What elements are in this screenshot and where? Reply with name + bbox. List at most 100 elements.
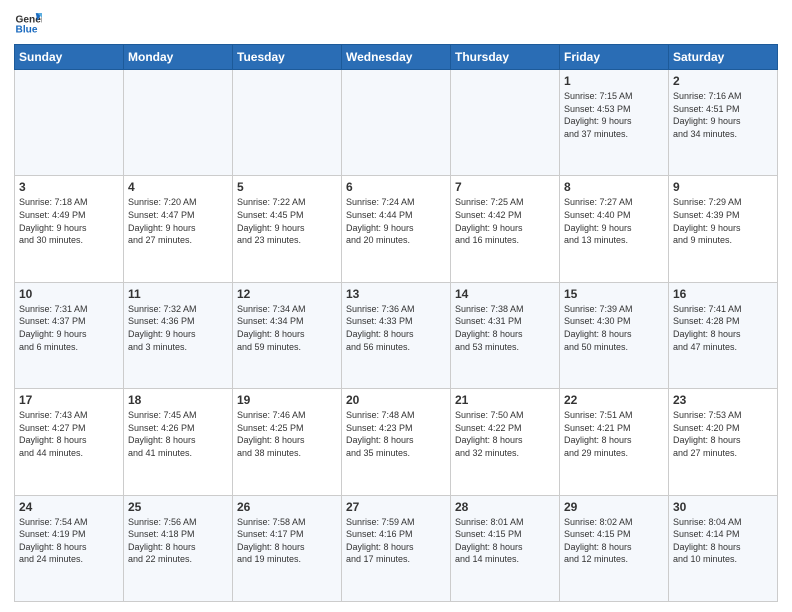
day-info: Sunrise: 7:32 AM Sunset: 4:36 PM Dayligh… — [128, 303, 228, 353]
day-cell: 8 Sunrise: 7:27 AM Sunset: 4:40 PM Daylig… — [560, 176, 669, 282]
day-info: Sunrise: 7:43 AM Sunset: 4:27 PM Dayligh… — [19, 409, 119, 459]
day-info: Sunrise: 7:46 AM Sunset: 4:25 PM Dayligh… — [237, 409, 337, 459]
day-info: Sunrise: 7:45 AM Sunset: 4:26 PM Dayligh… — [128, 409, 228, 459]
svg-text:Blue: Blue — [16, 25, 38, 36]
day-info: Sunrise: 7:20 AM Sunset: 4:47 PM Dayligh… — [128, 196, 228, 246]
day-cell — [451, 70, 560, 176]
day-cell: 4 Sunrise: 7:20 AM Sunset: 4:47 PM Daylig… — [124, 176, 233, 282]
day-cell: 1 Sunrise: 7:15 AM Sunset: 4:53 PM Daylig… — [560, 70, 669, 176]
day-number: 18 — [128, 393, 228, 407]
day-info: Sunrise: 7:27 AM Sunset: 4:40 PM Dayligh… — [564, 196, 664, 246]
day-cell: 15 Sunrise: 7:39 AM Sunset: 4:30 PM Dayli… — [560, 282, 669, 388]
day-number: 30 — [673, 500, 773, 514]
day-info: Sunrise: 7:34 AM Sunset: 4:34 PM Dayligh… — [237, 303, 337, 353]
day-number: 22 — [564, 393, 664, 407]
page-header: General Blue — [14, 10, 778, 38]
day-cell: 25 Sunrise: 7:56 AM Sunset: 4:18 PM Dayli… — [124, 495, 233, 601]
day-cell: 23Sunrise: 7:53 AM Sunset: 4:20 PM Dayli… — [669, 389, 778, 495]
day-cell: 6 Sunrise: 7:24 AM Sunset: 4:44 PM Daylig… — [342, 176, 451, 282]
day-info: Sunrise: 7:54 AM Sunset: 4:19 PM Dayligh… — [19, 516, 119, 566]
weekday-wednesday: Wednesday — [342, 45, 451, 70]
day-number: 12 — [237, 287, 337, 301]
day-cell — [15, 70, 124, 176]
day-cell: 10Sunrise: 7:31 AM Sunset: 4:37 PM Dayli… — [15, 282, 124, 388]
day-number: 1 — [564, 74, 664, 88]
day-cell: 20 Sunrise: 7:48 AM Sunset: 4:23 PM Dayli… — [342, 389, 451, 495]
day-info: Sunrise: 8:02 AM Sunset: 4:15 PM Dayligh… — [564, 516, 664, 566]
week-row-3: 17 Sunrise: 7:43 AM Sunset: 4:27 PM Dayli… — [15, 389, 778, 495]
day-number: 4 — [128, 180, 228, 194]
day-info: Sunrise: 7:50 AM Sunset: 4:22 PM Dayligh… — [455, 409, 555, 459]
day-cell: 21 Sunrise: 7:50 AM Sunset: 4:22 PM Dayli… — [451, 389, 560, 495]
day-info: Sunrise: 7:38 AM Sunset: 4:31 PM Dayligh… — [455, 303, 555, 353]
day-number: 14 — [455, 287, 555, 301]
day-cell: 5 Sunrise: 7:22 AM Sunset: 4:45 PM Daylig… — [233, 176, 342, 282]
weekday-friday: Friday — [560, 45, 669, 70]
day-number: 9 — [673, 180, 773, 194]
day-cell: 9 Sunrise: 7:29 AM Sunset: 4:39 PM Daylig… — [669, 176, 778, 282]
day-number: 20 — [346, 393, 446, 407]
day-info: Sunrise: 7:15 AM Sunset: 4:53 PM Dayligh… — [564, 90, 664, 140]
day-cell: 2 Sunrise: 7:16 AM Sunset: 4:51 PM Daylig… — [669, 70, 778, 176]
day-cell: 7 Sunrise: 7:25 AM Sunset: 4:42 PM Daylig… — [451, 176, 560, 282]
day-cell: 12 Sunrise: 7:34 AM Sunset: 4:34 PM Dayli… — [233, 282, 342, 388]
week-row-1: 3 Sunrise: 7:18 AM Sunset: 4:49 PM Daylig… — [15, 176, 778, 282]
day-number: 7 — [455, 180, 555, 194]
day-number: 2 — [673, 74, 773, 88]
day-info: Sunrise: 7:39 AM Sunset: 4:30 PM Dayligh… — [564, 303, 664, 353]
week-row-0: 1 Sunrise: 7:15 AM Sunset: 4:53 PM Daylig… — [15, 70, 778, 176]
day-info: Sunrise: 7:58 AM Sunset: 4:17 PM Dayligh… — [237, 516, 337, 566]
day-cell: 30Sunrise: 8:04 AM Sunset: 4:14 PM Dayli… — [669, 495, 778, 601]
calendar-table: SundayMondayTuesdayWednesdayThursdayFrid… — [14, 44, 778, 602]
day-cell — [124, 70, 233, 176]
day-number: 6 — [346, 180, 446, 194]
day-info: Sunrise: 7:18 AM Sunset: 4:49 PM Dayligh… — [19, 196, 119, 246]
day-info: Sunrise: 7:25 AM Sunset: 4:42 PM Dayligh… — [455, 196, 555, 246]
day-number: 16 — [673, 287, 773, 301]
day-number: 10 — [19, 287, 119, 301]
day-number: 21 — [455, 393, 555, 407]
week-row-2: 10Sunrise: 7:31 AM Sunset: 4:37 PM Dayli… — [15, 282, 778, 388]
day-cell: 22 Sunrise: 7:51 AM Sunset: 4:21 PM Dayli… — [560, 389, 669, 495]
day-cell: 14 Sunrise: 7:38 AM Sunset: 4:31 PM Dayli… — [451, 282, 560, 388]
day-info: Sunrise: 7:22 AM Sunset: 4:45 PM Dayligh… — [237, 196, 337, 246]
day-cell: 18 Sunrise: 7:45 AM Sunset: 4:26 PM Dayli… — [124, 389, 233, 495]
day-number: 8 — [564, 180, 664, 194]
day-number: 13 — [346, 287, 446, 301]
day-cell: 11 Sunrise: 7:32 AM Sunset: 4:36 PM Dayli… — [124, 282, 233, 388]
day-number: 25 — [128, 500, 228, 514]
weekday-tuesday: Tuesday — [233, 45, 342, 70]
day-info: Sunrise: 8:01 AM Sunset: 4:15 PM Dayligh… — [455, 516, 555, 566]
day-cell: 24 Sunrise: 7:54 AM Sunset: 4:19 PM Dayli… — [15, 495, 124, 601]
day-cell: 17 Sunrise: 7:43 AM Sunset: 4:27 PM Dayli… — [15, 389, 124, 495]
weekday-thursday: Thursday — [451, 45, 560, 70]
day-number: 17 — [19, 393, 119, 407]
day-number: 26 — [237, 500, 337, 514]
day-cell — [233, 70, 342, 176]
day-cell: 19Sunrise: 7:46 AM Sunset: 4:25 PM Dayli… — [233, 389, 342, 495]
day-number: 15 — [564, 287, 664, 301]
day-info: Sunrise: 7:24 AM Sunset: 4:44 PM Dayligh… — [346, 196, 446, 246]
day-info: Sunrise: 7:51 AM Sunset: 4:21 PM Dayligh… — [564, 409, 664, 459]
logo-icon: General Blue — [14, 10, 42, 38]
day-number: 5 — [237, 180, 337, 194]
day-cell: 13 Sunrise: 7:36 AM Sunset: 4:33 PM Dayli… — [342, 282, 451, 388]
day-cell: 16 Sunrise: 7:41 AM Sunset: 4:28 PM Dayli… — [669, 282, 778, 388]
day-number: 3 — [19, 180, 119, 194]
day-number: 24 — [19, 500, 119, 514]
day-cell — [342, 70, 451, 176]
day-cell: 29Sunrise: 8:02 AM Sunset: 4:15 PM Dayli… — [560, 495, 669, 601]
weekday-monday: Monday — [124, 45, 233, 70]
day-info: Sunrise: 7:16 AM Sunset: 4:51 PM Dayligh… — [673, 90, 773, 140]
day-cell: 27Sunrise: 7:59 AM Sunset: 4:16 PM Dayli… — [342, 495, 451, 601]
day-number: 28 — [455, 500, 555, 514]
day-info: Sunrise: 7:41 AM Sunset: 4:28 PM Dayligh… — [673, 303, 773, 353]
week-row-4: 24 Sunrise: 7:54 AM Sunset: 4:19 PM Dayli… — [15, 495, 778, 601]
day-info: Sunrise: 7:53 AM Sunset: 4:20 PM Dayligh… — [673, 409, 773, 459]
day-info: Sunrise: 7:29 AM Sunset: 4:39 PM Dayligh… — [673, 196, 773, 246]
weekday-sunday: Sunday — [15, 45, 124, 70]
day-info: Sunrise: 7:56 AM Sunset: 4:18 PM Dayligh… — [128, 516, 228, 566]
day-info: Sunrise: 7:48 AM Sunset: 4:23 PM Dayligh… — [346, 409, 446, 459]
day-info: Sunrise: 7:36 AM Sunset: 4:33 PM Dayligh… — [346, 303, 446, 353]
day-number: 11 — [128, 287, 228, 301]
